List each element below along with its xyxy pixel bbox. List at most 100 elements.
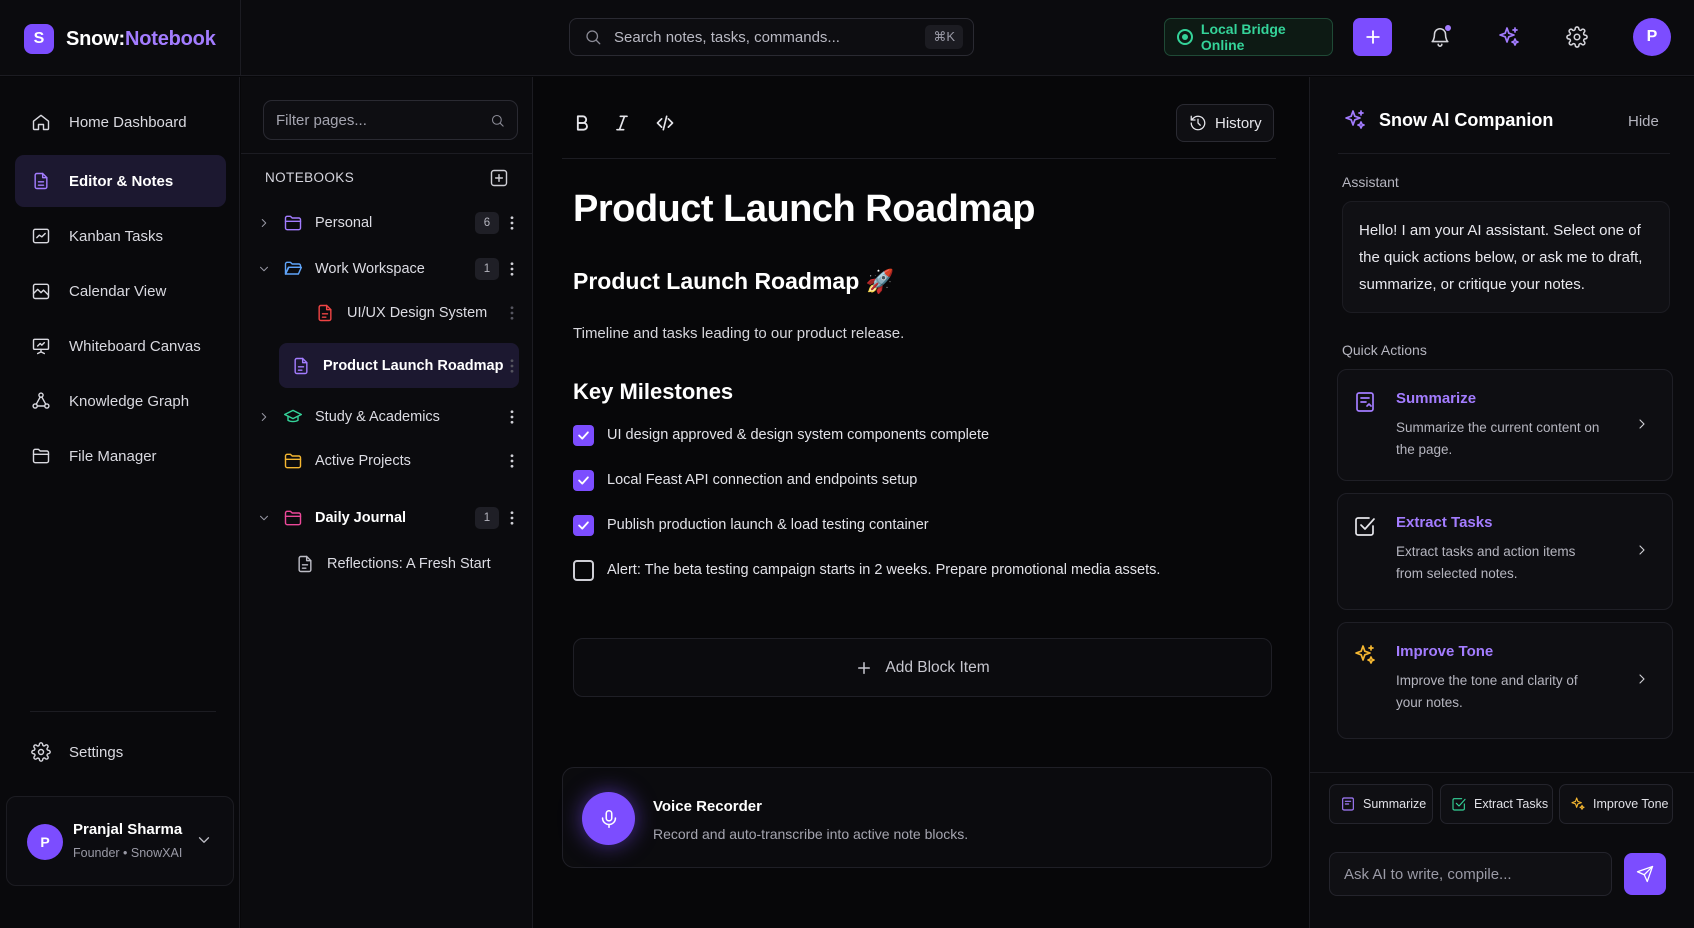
sidebar-item-kanban-tasks[interactable]: Kanban Tasks bbox=[15, 210, 226, 262]
more-vertical-icon[interactable] bbox=[510, 410, 514, 424]
filter-pages-input[interactable]: Filter pages... bbox=[263, 100, 518, 140]
count-badge: 1 bbox=[475, 258, 499, 280]
ai-panel-footer-divider bbox=[1310, 772, 1694, 773]
checkbox-checked[interactable] bbox=[573, 514, 594, 536]
chevron-right-icon[interactable] bbox=[257, 410, 271, 424]
sidebar-item-home-dashboard[interactable]: Home Dashboard bbox=[15, 96, 226, 148]
code-button[interactable] bbox=[651, 109, 679, 137]
check-icon bbox=[578, 520, 589, 530]
quick-action-improve-tone[interactable]: Improve Tone Improve the tone and clarit… bbox=[1337, 622, 1673, 739]
notebook-active-projects[interactable]: Active Projects bbox=[255, 441, 519, 481]
more-vertical-icon[interactable] bbox=[510, 262, 514, 276]
sidebar-item-file-manager[interactable]: File Manager bbox=[15, 430, 226, 482]
more-vertical-icon[interactable] bbox=[510, 358, 514, 373]
sidebar-item-knowledge-graph[interactable]: Knowledge Graph bbox=[15, 375, 226, 427]
quick-action-description: Extract tasks and action items from sele… bbox=[1396, 544, 1576, 581]
checkbox-checked[interactable] bbox=[573, 424, 594, 446]
check-icon bbox=[578, 475, 589, 485]
file-icon bbox=[294, 357, 308, 374]
description-paragraph[interactable]: Timeline and tasks leading to our produc… bbox=[573, 325, 904, 342]
count-badge: 1 bbox=[475, 507, 499, 529]
chevron-down-icon[interactable] bbox=[257, 511, 271, 525]
sidebar-item-calendar-view[interactable]: Calendar View bbox=[15, 265, 226, 317]
page-product-launch-roadmap[interactable]: Product Launch Roadmap bbox=[279, 343, 519, 388]
graduation-cap-icon bbox=[283, 409, 303, 423]
search-input[interactable]: Search notes, tasks, commands... bbox=[614, 29, 925, 46]
chevron-right-icon bbox=[1639, 419, 1645, 429]
page-title[interactable]: Product Launch Roadmap bbox=[573, 188, 1035, 231]
chip-label: Improve Tone bbox=[1593, 797, 1669, 811]
task-item[interactable]: UI design approved & design system compo… bbox=[573, 424, 989, 446]
page-ui-ux-design-system[interactable]: UI/UX Design System bbox=[255, 293, 519, 333]
settings-button[interactable] bbox=[1564, 24, 1590, 50]
summarize-icon bbox=[1356, 392, 1374, 412]
code-icon bbox=[656, 115, 674, 131]
quick-action-summarize[interactable]: Summarize Summarize the current content … bbox=[1337, 369, 1673, 481]
add-block-button[interactable]: Add Block Item bbox=[573, 638, 1272, 697]
sparkles-icon bbox=[1499, 27, 1519, 46]
checkbox-checked[interactable] bbox=[573, 469, 594, 491]
create-new-button[interactable] bbox=[1353, 18, 1392, 56]
notebook-study-academics[interactable]: Study & Academics bbox=[255, 397, 519, 437]
more-vertical-icon[interactable] bbox=[510, 511, 514, 525]
sidebar-item-label: Calendar View bbox=[69, 282, 167, 300]
chevron-right-icon[interactable] bbox=[257, 216, 271, 230]
task-item[interactable]: Publish production launch & load testing… bbox=[573, 514, 929, 536]
add-notebook-icon[interactable] bbox=[489, 168, 509, 188]
page-label: Reflections: A Fresh Start bbox=[327, 556, 491, 572]
plus-icon bbox=[1365, 30, 1380, 44]
chevron-down-icon[interactable] bbox=[257, 262, 271, 276]
avatar[interactable]: P bbox=[1633, 18, 1671, 56]
history-button[interactable]: History bbox=[1176, 104, 1274, 142]
notebook-label: Personal bbox=[315, 215, 373, 231]
folder-icon bbox=[284, 510, 302, 526]
send-button[interactable] bbox=[1624, 853, 1666, 895]
check-square-icon bbox=[1452, 798, 1466, 811]
record-button[interactable] bbox=[582, 792, 635, 845]
chevron-down-icon[interactable] bbox=[195, 831, 213, 849]
chip-improve-tone[interactable]: Improve Tone bbox=[1559, 784, 1673, 824]
sidebar-item-settings[interactable]: Settings bbox=[15, 726, 226, 778]
user-profile-card[interactable]: P Pranjal Sharma Founder • SnowXAI bbox=[6, 796, 234, 886]
sparkles-icon bbox=[1355, 645, 1375, 664]
more-vertical-icon[interactable] bbox=[510, 216, 514, 230]
search-bar[interactable]: Search notes, tasks, commands... ⌘K bbox=[569, 18, 974, 56]
notebook-daily-journal[interactable]: Daily Journal 1 bbox=[255, 498, 519, 538]
quick-actions-label: Quick Actions bbox=[1342, 342, 1427, 358]
sidebar-item-label: Home Dashboard bbox=[69, 113, 187, 131]
file-text-icon bbox=[34, 172, 48, 190]
sidebar-divider bbox=[30, 711, 216, 712]
notebook-personal[interactable]: Personal 6 bbox=[255, 203, 519, 243]
sidebar-item-whiteboard-canvas[interactable]: Whiteboard Canvas bbox=[15, 320, 226, 372]
notebook-work-workspace[interactable]: Work Workspace 1 bbox=[255, 249, 519, 289]
task-item[interactable]: Alert: The beta testing campaign starts … bbox=[573, 559, 1160, 581]
chip-summarize[interactable]: Summarize bbox=[1329, 784, 1433, 824]
ai-toggle-button[interactable] bbox=[1496, 24, 1522, 50]
italic-button[interactable] bbox=[608, 109, 636, 137]
checkbox-unchecked[interactable] bbox=[573, 559, 594, 581]
sidebar-item-label: Settings bbox=[69, 743, 124, 761]
presentation-icon bbox=[32, 338, 50, 355]
brand[interactable]: S Snow:Notebook bbox=[24, 24, 216, 54]
chevron-right-icon bbox=[1639, 674, 1645, 684]
assistant-message: Hello! I am your AI assistant. Select on… bbox=[1342, 201, 1670, 313]
bold-button[interactable] bbox=[568, 109, 596, 137]
ai-prompt-input[interactable]: Ask AI to write, compile... bbox=[1329, 852, 1612, 896]
hide-panel-button[interactable]: Hide bbox=[1628, 113, 1659, 130]
more-vertical-icon[interactable] bbox=[510, 454, 514, 468]
page-reflections[interactable]: Reflections: A Fresh Start bbox=[267, 544, 531, 584]
gear-icon bbox=[1566, 26, 1588, 48]
milestones-heading[interactable]: Key Milestones bbox=[573, 379, 733, 405]
chip-extract-tasks[interactable]: Extract Tasks bbox=[1440, 784, 1553, 824]
status-badge[interactable]: Local Bridge Online bbox=[1164, 18, 1333, 56]
section-heading[interactable]: Product Launch Roadmap 🚀 bbox=[573, 268, 894, 295]
task-item[interactable]: Local Feast API connection and endpoints… bbox=[573, 469, 917, 491]
add-block-label: Add Block Item bbox=[885, 658, 990, 676]
check-square-icon bbox=[1355, 517, 1375, 536]
notifications-button[interactable] bbox=[1427, 24, 1453, 50]
top-bar: S Snow:Notebook Search notes, tasks, com… bbox=[0, 0, 1694, 76]
sidebar-item-label: Whiteboard Canvas bbox=[69, 337, 201, 355]
quick-action-extract-tasks[interactable]: Extract Tasks Extract tasks and action i… bbox=[1337, 493, 1673, 610]
sidebar-item-editor-notes[interactable]: Editor & Notes bbox=[15, 155, 226, 207]
more-vertical-icon[interactable] bbox=[510, 306, 514, 320]
